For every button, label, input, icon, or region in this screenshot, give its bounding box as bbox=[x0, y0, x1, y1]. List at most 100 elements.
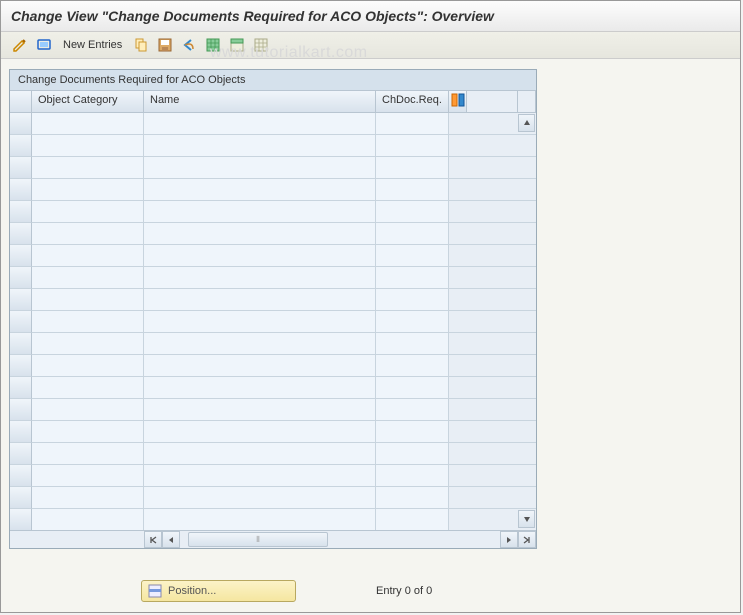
cell-chdoc-req[interactable] bbox=[376, 245, 449, 267]
h-scroll-left[interactable] bbox=[162, 531, 180, 548]
vscroll-track[interactable] bbox=[518, 289, 536, 311]
deselect-icon[interactable] bbox=[252, 36, 270, 54]
cell-chdoc-req[interactable] bbox=[376, 443, 449, 465]
display-icon[interactable] bbox=[35, 36, 53, 54]
h-scroll-last[interactable] bbox=[518, 531, 536, 548]
cell-name[interactable] bbox=[144, 465, 376, 487]
vscroll-track[interactable] bbox=[518, 399, 536, 421]
cell-object-category[interactable] bbox=[32, 399, 144, 421]
cell-object-category[interactable] bbox=[32, 157, 144, 179]
position-button[interactable]: Position... bbox=[141, 580, 296, 602]
vscroll-track[interactable] bbox=[518, 355, 536, 377]
cell-chdoc-req[interactable] bbox=[376, 223, 449, 245]
cell-name[interactable] bbox=[144, 201, 376, 223]
cell-chdoc-req[interactable] bbox=[376, 509, 449, 531]
select-all-icon[interactable] bbox=[204, 36, 222, 54]
cell-name[interactable] bbox=[144, 333, 376, 355]
row-handle[interactable] bbox=[10, 223, 32, 245]
cell-chdoc-req[interactable] bbox=[376, 267, 449, 289]
scroll-up-button[interactable] bbox=[518, 114, 535, 132]
cell-name[interactable] bbox=[144, 421, 376, 443]
row-handle[interactable] bbox=[10, 509, 32, 531]
cell-name[interactable] bbox=[144, 179, 376, 201]
cell-object-category[interactable] bbox=[32, 223, 144, 245]
row-handle[interactable] bbox=[10, 201, 32, 223]
vscroll-track[interactable] bbox=[518, 377, 536, 399]
cell-object-category[interactable] bbox=[32, 245, 144, 267]
cell-object-category[interactable] bbox=[32, 179, 144, 201]
cell-name[interactable] bbox=[144, 135, 376, 157]
cell-chdoc-req[interactable] bbox=[376, 355, 449, 377]
cell-name[interactable] bbox=[144, 311, 376, 333]
cell-chdoc-req[interactable] bbox=[376, 465, 449, 487]
cell-chdoc-req[interactable] bbox=[376, 399, 449, 421]
row-handle[interactable] bbox=[10, 355, 32, 377]
cell-chdoc-req[interactable] bbox=[376, 377, 449, 399]
vscroll-track[interactable] bbox=[518, 179, 536, 201]
cell-object-category[interactable] bbox=[32, 135, 144, 157]
cell-chdoc-req[interactable] bbox=[376, 311, 449, 333]
row-handle[interactable] bbox=[10, 135, 32, 157]
row-handle[interactable] bbox=[10, 421, 32, 443]
select-block-icon[interactable] bbox=[228, 36, 246, 54]
vscroll-track[interactable] bbox=[518, 201, 536, 223]
vscroll-track[interactable] bbox=[518, 443, 536, 465]
row-handle[interactable] bbox=[10, 245, 32, 267]
cell-chdoc-req[interactable] bbox=[376, 333, 449, 355]
vscroll-track[interactable] bbox=[518, 487, 536, 509]
cell-object-category[interactable] bbox=[32, 377, 144, 399]
row-handle[interactable] bbox=[10, 443, 32, 465]
change-icon[interactable] bbox=[11, 36, 29, 54]
vscroll-track[interactable] bbox=[518, 267, 536, 289]
cell-name[interactable] bbox=[144, 113, 376, 135]
row-select-header[interactable] bbox=[10, 91, 32, 113]
cell-chdoc-req[interactable] bbox=[376, 157, 449, 179]
vscroll-track[interactable] bbox=[518, 421, 536, 443]
cell-object-category[interactable] bbox=[32, 509, 144, 531]
cell-object-category[interactable] bbox=[32, 465, 144, 487]
vscroll-track[interactable] bbox=[518, 465, 536, 487]
vscroll-track[interactable] bbox=[518, 135, 536, 157]
cell-object-category[interactable] bbox=[32, 443, 144, 465]
cell-object-category[interactable] bbox=[32, 421, 144, 443]
cell-object-category[interactable] bbox=[32, 333, 144, 355]
cell-name[interactable] bbox=[144, 267, 376, 289]
row-handle[interactable] bbox=[10, 377, 32, 399]
h-scroll-thumb[interactable] bbox=[188, 532, 328, 547]
cell-name[interactable] bbox=[144, 289, 376, 311]
vscroll-track[interactable] bbox=[518, 245, 536, 267]
cell-name[interactable] bbox=[144, 223, 376, 245]
h-scroll-track[interactable] bbox=[180, 531, 500, 548]
row-handle[interactable] bbox=[10, 267, 32, 289]
cell-name[interactable] bbox=[144, 487, 376, 509]
row-handle[interactable] bbox=[10, 289, 32, 311]
cell-name[interactable] bbox=[144, 157, 376, 179]
cell-object-category[interactable] bbox=[32, 311, 144, 333]
config-col-icon[interactable] bbox=[449, 91, 467, 113]
save-icon[interactable] bbox=[156, 36, 174, 54]
cell-chdoc-req[interactable] bbox=[376, 179, 449, 201]
scroll-down-button[interactable] bbox=[518, 510, 535, 528]
cell-name[interactable] bbox=[144, 355, 376, 377]
cell-object-category[interactable] bbox=[32, 355, 144, 377]
row-handle[interactable] bbox=[10, 333, 32, 355]
vscroll-track[interactable] bbox=[518, 157, 536, 179]
col-object-category[interactable]: Object Category bbox=[32, 91, 144, 113]
new-entries-button[interactable]: New Entries bbox=[63, 39, 122, 51]
cell-object-category[interactable] bbox=[32, 487, 144, 509]
vscroll-track[interactable] bbox=[518, 333, 536, 355]
cell-name[interactable] bbox=[144, 509, 376, 531]
cell-chdoc-req[interactable] bbox=[376, 487, 449, 509]
cell-object-category[interactable] bbox=[32, 289, 144, 311]
row-handle[interactable] bbox=[10, 465, 32, 487]
h-scroll-first[interactable] bbox=[144, 531, 162, 548]
copy-icon[interactable] bbox=[132, 36, 150, 54]
cell-object-category[interactable] bbox=[32, 113, 144, 135]
row-handle[interactable] bbox=[10, 157, 32, 179]
undo-icon[interactable] bbox=[180, 36, 198, 54]
cell-name[interactable] bbox=[144, 377, 376, 399]
row-handle[interactable] bbox=[10, 311, 32, 333]
row-handle[interactable] bbox=[10, 179, 32, 201]
col-chdoc-req[interactable]: ChDoc.Req. bbox=[376, 91, 449, 113]
row-handle[interactable] bbox=[10, 487, 32, 509]
